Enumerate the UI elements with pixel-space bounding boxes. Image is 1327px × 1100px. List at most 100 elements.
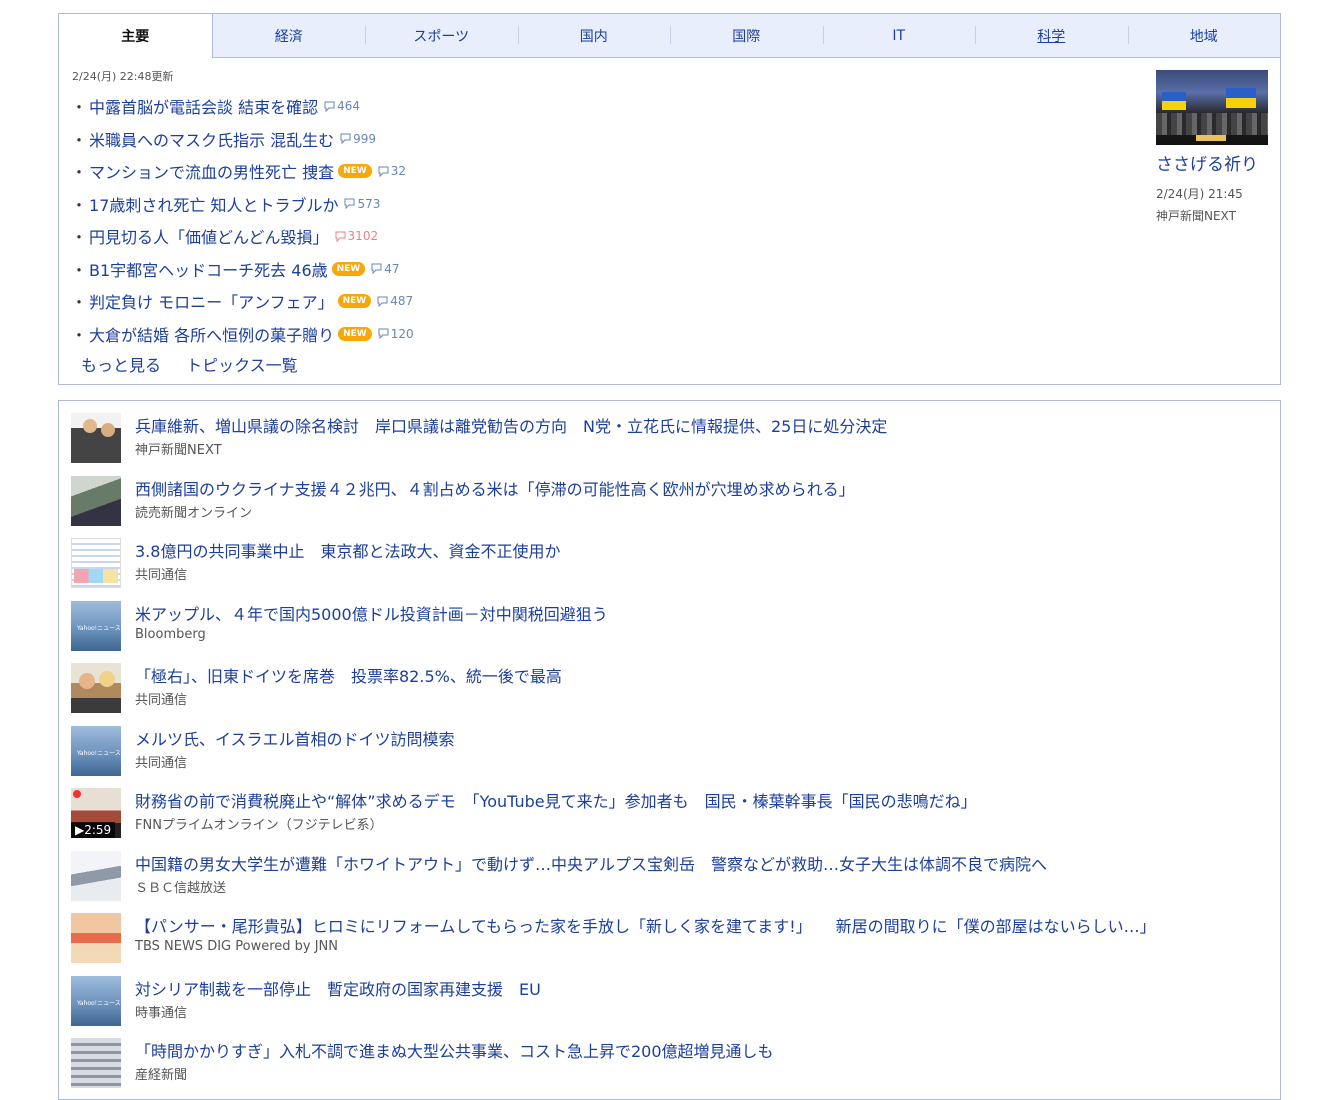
news-item[interactable]: ▶2:59 財務省の前で消費税廃止や“解体”求めるデモ 「YouTube見て来た」…: [71, 788, 1271, 850]
topic-title[interactable]: B1宇都宮ヘッドコーチ死去 46歳: [89, 257, 328, 281]
news-item[interactable]: 「極右」、旧東ドイツを席巻 投票率82.5%、統一後で最高共同通信: [71, 663, 1271, 725]
news-thumbnail[interactable]: [71, 600, 121, 651]
news-title[interactable]: 3.8億円の共同事業中止 東京都と法政大、資金不正使用か: [135, 538, 560, 562]
tab-label: IT: [892, 27, 906, 44]
bullet: ・: [71, 325, 88, 345]
bullet: ・: [71, 163, 88, 183]
news-list: 兵庫維新、増山県議の除名検討 岸口県議は離党勧告の方向 N党・立花氏に情報提供、…: [58, 400, 1281, 1100]
news-source: Bloomberg: [135, 626, 206, 642]
news-thumbnail[interactable]: [71, 475, 121, 526]
news-item[interactable]: 「時間かかりすぎ」入札不調で進まぬ大型公共事業、コスト急上昇で200億超増見通し…: [71, 1038, 1271, 1100]
news-item[interactable]: 米アップル、４年で国内5000億ドル投資計画－対中関税回避狙うBloomberg: [71, 600, 1271, 663]
comment-count[interactable]: 464: [324, 99, 360, 113]
news-source: 神戸新聞NEXT: [135, 443, 222, 458]
news-title[interactable]: 「極右」、旧東ドイツを席巻 投票率82.5%、統一後で最高: [135, 663, 562, 687]
comment-count[interactable]: 32: [378, 164, 406, 178]
comment-number: 999: [353, 131, 377, 146]
tab-label: 主要: [121, 29, 150, 45]
tab-6[interactable]: 科学: [975, 14, 1128, 57]
topic-title[interactable]: 中露首脳が電話会談 結束を確認: [89, 94, 318, 118]
topic-title[interactable]: 米職員へのマスク氏指示 混乱生む: [89, 127, 334, 151]
news-item[interactable]: 兵庫維新、増山県議の除名検討 岸口県議は離党勧告の方向 N党・立花氏に情報提供、…: [71, 413, 1271, 475]
topic-item[interactable]: ・判定負け モロニー「アンフェア」 NEW 487: [71, 285, 1131, 318]
pickup-date: 2/24(月) 21:45: [1156, 187, 1243, 201]
topic-title[interactable]: 大倉が結婚 各所へ恒例の菓子贈り: [89, 322, 334, 346]
topic-title[interactable]: 判定負け モロニー「アンフェア」: [89, 289, 334, 313]
topic-item[interactable]: ・中露首脳が電話会談 結束を確認 464: [71, 90, 1131, 123]
bullet: ・: [71, 228, 88, 248]
news-item[interactable]: 3.8億円の共同事業中止 東京都と法政大、資金不正使用か 共同通信: [71, 538, 1271, 600]
comment-number: 47: [384, 261, 400, 276]
news-title[interactable]: メルツ氏、イスラエル首相のドイツ訪問模索: [135, 726, 455, 750]
topics-list-link[interactable]: トピックス一覧: [186, 356, 298, 375]
news-thumbnail[interactable]: ▶2:59: [71, 788, 121, 838]
comment-number: 3102: [347, 229, 379, 244]
news-title[interactable]: 財務省の前で消費税廃止や“解体”求めるデモ 「YouTube見て来た」参加者も …: [135, 788, 977, 812]
category-tabs: 主要 経済 スポーツ 国内 国際 IT 科学 地域: [59, 14, 1280, 58]
news-source: 共同通信: [135, 693, 188, 708]
topic-item[interactable]: ・大倉が結婚 各所へ恒例の菓子贈り NEW 120: [71, 318, 1131, 351]
comment-count[interactable]: 487: [377, 294, 413, 308]
comment-count[interactable]: 573: [344, 197, 380, 211]
news-thumbnail[interactable]: [71, 850, 121, 901]
news-title[interactable]: 対シリア制裁を一部停止 暫定政府の国家再建支援 EU: [135, 976, 541, 1000]
news-thumbnail[interactable]: [71, 413, 121, 463]
news-thumbnail[interactable]: [71, 913, 121, 963]
bullet: ・: [71, 98, 88, 118]
topic-title[interactable]: 17歳刺され死亡 知人とトラブルか: [89, 192, 338, 216]
topic-item[interactable]: ・米職員へのマスク氏指示 混乱生む 999: [71, 123, 1131, 156]
news-item[interactable]: 【パンサー・尾形貴弘】ヒロミにリフォームしてもらった家を手放し「新しく家を建てま…: [71, 913, 1271, 975]
bullet: ・: [71, 260, 88, 280]
topic-title[interactable]: マンションで流血の男性死亡 捜査: [89, 159, 334, 183]
video-duration: ▶2:59: [71, 822, 116, 838]
news-thumbnail[interactable]: [71, 538, 121, 588]
comment-icon: [371, 263, 384, 275]
tab-1[interactable]: 経済: [213, 14, 366, 57]
comment-number: 573: [357, 196, 381, 211]
news-thumbnail[interactable]: [71, 975, 121, 1026]
topic-title[interactable]: 円見切る人「価値どんどん毀損」: [89, 224, 329, 248]
comment-count[interactable]: 120: [378, 327, 414, 341]
pickup-article[interactable]: ささげる祈り 2/24(月) 21:45 神戸新聞NEXT: [1156, 70, 1271, 224]
comment-number: 487: [390, 294, 414, 309]
news-item[interactable]: 対シリア制裁を一部停止 暫定政府の国家再建支援 EU 時事通信: [71, 975, 1271, 1038]
news-title[interactable]: 中国籍の男女大学生が遭難「ホワイトアウト」で動けず…中央アルプス宝剣岳 警察など…: [135, 851, 1047, 875]
news-thumbnail[interactable]: [71, 725, 121, 776]
news-title[interactable]: 「時間かかりすぎ」入札不調で進まぬ大型公共事業、コスト急上昇で200億超増見通し…: [135, 1038, 774, 1062]
topic-item[interactable]: ・マンションで流血の男性死亡 捜査 NEW 32: [71, 155, 1131, 188]
news-item[interactable]: メルツ氏、イスラエル首相のドイツ訪問模索共同通信: [71, 725, 1271, 788]
topic-item[interactable]: ・ B1宇都宮ヘッドコーチ死去 46歳 NEW 47: [71, 253, 1131, 286]
news-item[interactable]: 西側諸国のウクライナ支援４２兆円、４割占める米は「停滞の可能性高く欧州が穴埋め求…: [71, 475, 1271, 538]
tab-label: 科学: [1037, 28, 1066, 45]
comment-count[interactable]: 3102: [335, 229, 379, 244]
pickup-image[interactable]: [1156, 70, 1268, 145]
tab-2[interactable]: スポーツ: [365, 14, 518, 57]
tab-0[interactable]: 主要: [59, 14, 213, 58]
comment-icon: [324, 101, 337, 112]
topic-item[interactable]: ・円見切る人「価値どんどん毀損」 3102: [71, 220, 1131, 253]
new-badge: NEW: [331, 261, 366, 276]
tab-3[interactable]: 国内: [517, 14, 671, 57]
news-thumbnail[interactable]: [71, 1038, 121, 1088]
tab-label: スポーツ: [413, 28, 470, 45]
topic-item[interactable]: ・ 17歳刺され死亡 知人とトラブルか 573: [71, 188, 1131, 221]
news-thumbnail[interactable]: [71, 663, 121, 713]
new-badge: NEW: [337, 294, 372, 309]
pickup-title[interactable]: ささげる祈り: [1156, 150, 1271, 175]
news-source: 産経新聞: [135, 1068, 188, 1083]
news-title[interactable]: 西側諸国のウクライナ支援４２兆円、４割占める米は「停滞の可能性高く欧州が穴埋め求…: [135, 476, 855, 500]
comment-count[interactable]: 999: [340, 132, 376, 146]
tab-4[interactable]: 国際: [670, 14, 823, 57]
news-title[interactable]: 米アップル、４年で国内5000億ドル投資計画－対中関税回避狙う: [135, 601, 608, 625]
topics-list: ・中露首脳が電話会談 結束を確認 464 ・米職員へのマスク氏指示 混乱生む 999 ・…: [71, 90, 1131, 350]
news-source: ＳＢＣ信越放送: [135, 880, 227, 896]
news-title[interactable]: 兵庫維新、増山県議の除名検討 岸口県議は離党勧告の方向 N党・立花氏に情報提供、…: [135, 413, 887, 437]
more-link[interactable]: もっと見る: [81, 356, 161, 375]
news-title[interactable]: 【パンサー・尾形貴弘】ヒロミにリフォームしてもらった家を手放し「新しく家を建てま…: [135, 913, 1156, 937]
news-item[interactable]: 中国籍の男女大学生が遭難「ホワイトアウト」で動けず…中央アルプス宝剣岳 警察など…: [71, 850, 1271, 913]
tab-7[interactable]: 地域: [1127, 14, 1281, 57]
comment-count[interactable]: 47: [371, 261, 400, 276]
tab-5[interactable]: IT: [822, 14, 976, 57]
news-source: FNNプライムオンライン（フジテレビ系）: [135, 818, 383, 833]
tab-label: 経済: [274, 28, 303, 45]
